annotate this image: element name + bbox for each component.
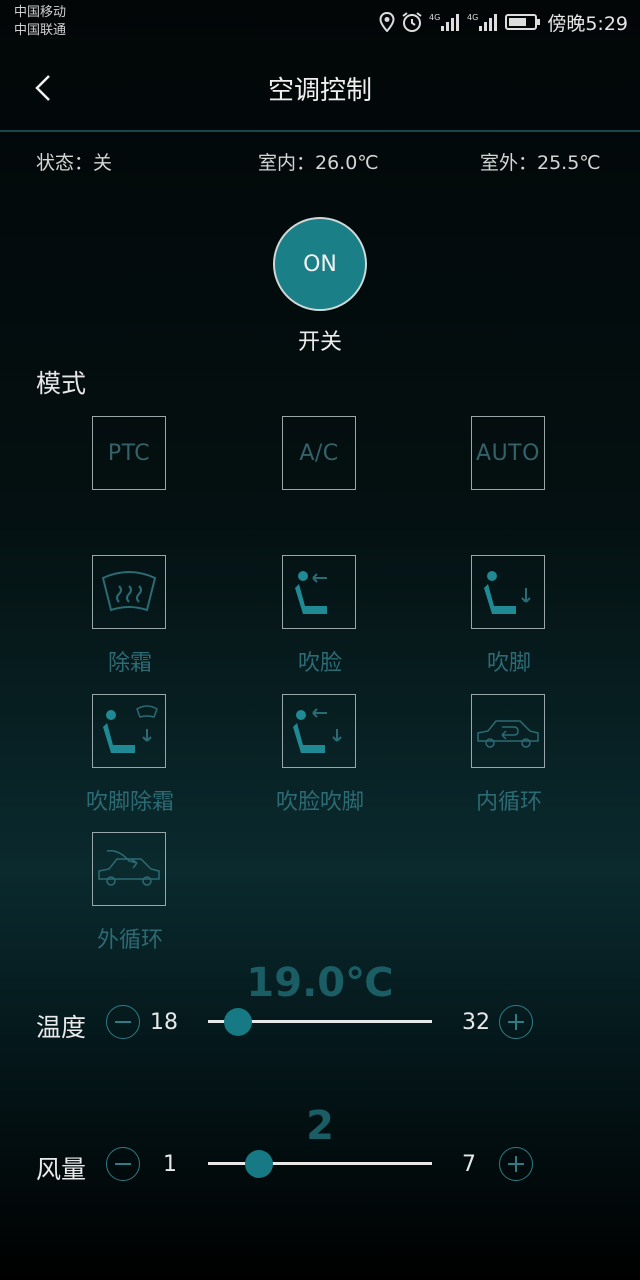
signal-4g-icon: 4G [429,13,460,31]
temperature-min: 18 [150,1010,178,1035]
location-icon [379,12,395,32]
ac-button[interactable]: A/C [282,416,356,490]
defrost-icon [101,571,157,612]
fan-slider-thumb[interactable] [245,1150,274,1178]
svg-text:4G: 4G [429,13,440,22]
blow-face-button[interactable] [282,555,356,629]
temperature-max: 32 [462,1010,490,1035]
carrier-2: 中国联通 [14,23,67,38]
fan-label: 风量 [36,1155,87,1184]
ac-state: 状态：关 [36,152,113,174]
ac-label: A/C [299,440,339,466]
power-label: 开关 [297,330,342,355]
fresh-air-label: 外循环 [96,928,163,953]
recirculation-button[interactable] [471,694,545,768]
blow-face-icon [295,571,327,614]
minus-icon [115,1163,131,1165]
temperature-slider-thumb[interactable] [224,1008,252,1036]
fan-value: 2 [306,1103,334,1149]
fan-increase-button[interactable] [499,1147,533,1181]
indoor-temperature: 室内：26.0℃ [258,152,379,174]
auto-button[interactable]: AUTO [471,416,545,490]
carrier-1: 中国移动 [14,5,67,20]
page-title: 空调控制 [267,76,372,106]
face-feet-button[interactable] [282,694,356,768]
fresh-air-icon [98,849,160,886]
clock: 傍晚5:29 [547,12,628,35]
blow-feet-button[interactable] [471,555,545,629]
fan-decrease-button[interactable] [106,1147,140,1181]
fan-min: 1 [163,1152,177,1177]
mode-title: 模式 [36,369,87,398]
minus-icon [115,1021,131,1023]
recirculation-icon [477,720,539,748]
blow-face-label: 吹脸 [297,651,342,676]
temperature-value: 19.0℃ [246,960,394,1006]
face-feet-icon [293,708,342,753]
defrost-button[interactable] [92,555,166,629]
svg-text:4G: 4G [467,13,478,22]
feet-defrost-button[interactable] [92,694,166,768]
plus-icon [508,1156,524,1172]
recirculation-label: 内循环 [475,790,542,815]
signal-4g-icon: 4G [467,13,498,31]
header-divider [0,130,640,132]
temperature-decrease-button[interactable] [106,1005,140,1039]
face-feet-label: 吹脸吹脚 [275,790,364,815]
outdoor-temperature: 室外：25.5℃ [480,152,601,174]
status-icons: 4G 4G 傍晚5:29 [379,8,628,36]
plus-icon [508,1014,524,1030]
fan-slider-track[interactable] [208,1162,432,1165]
temperature-label: 温度 [36,1013,87,1042]
fresh-air-button[interactable] [92,832,166,906]
blow-feet-icon [484,571,531,614]
feet-defrost-icon [103,705,158,753]
battery-icon [505,14,541,30]
auto-label: AUTO [476,440,540,466]
fan-max: 7 [462,1152,476,1177]
power-button[interactable]: ON [273,217,367,311]
ptc-label: PTC [107,440,151,466]
blow-feet-label: 吹脚 [486,651,531,676]
ptc-button[interactable]: PTC [92,416,166,490]
temperature-increase-button[interactable] [499,1005,533,1039]
defrost-label: 除霜 [107,651,152,676]
alarm-icon [402,12,422,32]
feet-defrost-label: 吹脚除霜 [85,790,174,815]
